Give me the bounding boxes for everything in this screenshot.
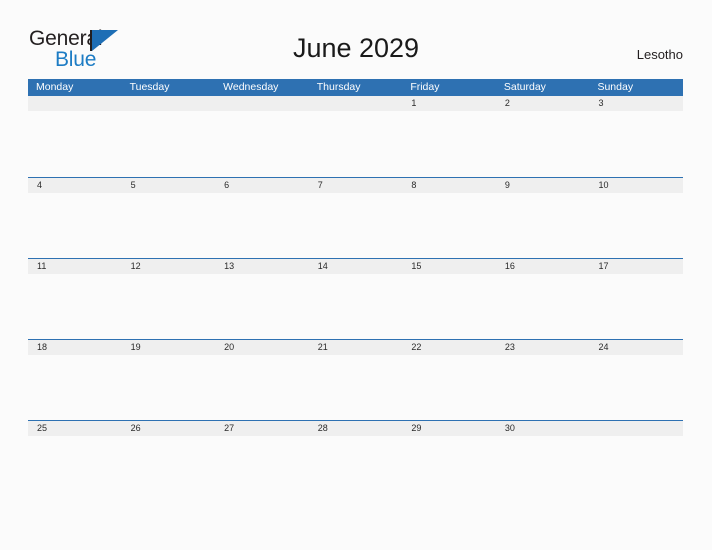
day-number-cell[interactable]: 11 [28,259,122,274]
week-event-area [28,112,683,177]
day-event-cell[interactable] [402,355,496,420]
day-event-cell[interactable] [215,355,309,420]
calendar-grid: Monday Tuesday Wednesday Thursday Friday… [28,79,683,501]
day-event-cell[interactable] [309,355,403,420]
week-daynumber-band: 4 5 6 7 8 9 10 [28,178,683,193]
day-event-cell[interactable] [402,274,496,339]
calendar-week-row: 1 2 3 [28,96,683,177]
day-number-cell[interactable] [122,96,216,111]
week-daynumber-band: 11 12 13 14 15 16 17 [28,259,683,274]
day-event-cell[interactable] [496,193,590,258]
day-event-cell[interactable] [122,274,216,339]
day-event-cell[interactable] [402,112,496,177]
day-number-cell[interactable]: 25 [28,421,122,436]
page-title: June 2029 [292,33,420,63]
day-event-cell[interactable] [309,274,403,339]
day-number-cell[interactable]: 4 [28,178,122,193]
day-number-cell[interactable] [215,96,309,111]
page-header: General Blue June 2029 Lesotho [0,0,712,78]
day-event-cell[interactable] [589,436,683,501]
weekday-tuesday: Tuesday [129,81,170,93]
weekday-saturday: Saturday [503,81,546,93]
day-event-cell[interactable] [122,193,216,258]
day-event-cell[interactable] [589,274,683,339]
day-event-cell[interactable] [589,112,683,177]
day-event-cell[interactable] [402,436,496,501]
week-event-area [28,436,683,501]
day-number-cell[interactable]: 29 [402,421,496,436]
day-number-cell[interactable]: 10 [589,178,683,193]
weekday-thursday: Thursday [316,81,361,93]
day-number-cell[interactable]: 17 [589,259,683,274]
week-daynumber-band: 1 2 3 [28,96,683,111]
day-number-cell[interactable]: 1 [402,96,496,111]
week-event-area [28,274,683,339]
day-event-cell[interactable] [215,112,309,177]
day-number-cell[interactable]: 21 [309,340,403,355]
day-number-cell[interactable]: 5 [122,178,216,193]
day-event-cell[interactable] [402,193,496,258]
day-number-cell[interactable]: 27 [215,421,309,436]
day-event-cell[interactable] [309,436,403,501]
day-event-cell[interactable] [589,193,683,258]
weekday-header-row: Monday Tuesday Wednesday Thursday Friday… [28,79,683,96]
day-event-cell[interactable] [496,355,590,420]
week-event-area [28,193,683,258]
day-number-cell[interactable]: 12 [122,259,216,274]
day-number-cell[interactable]: 18 [28,340,122,355]
day-number-cell[interactable]: 30 [496,421,590,436]
day-number-cell[interactable]: 15 [402,259,496,274]
calendar-week-row: 4 5 6 7 8 9 10 [28,177,683,258]
day-number-cell[interactable]: 24 [589,340,683,355]
day-number-cell[interactable]: 7 [309,178,403,193]
day-event-cell[interactable] [215,274,309,339]
day-number-cell[interactable]: 3 [589,96,683,111]
week-event-area [28,355,683,420]
week-daynumber-band: 18 19 20 21 22 23 24 [28,340,683,355]
weekday-sunday: Sunday [597,81,634,93]
day-number-cell[interactable] [589,421,683,436]
day-event-cell[interactable] [309,112,403,177]
day-event-cell[interactable] [122,436,216,501]
calendar-week-row: 18 19 20 21 22 23 24 [28,339,683,420]
calendar-week-row: 11 12 13 14 15 16 17 [28,258,683,339]
day-number-cell[interactable]: 26 [122,421,216,436]
weekday-wednesday: Wednesday [223,81,279,93]
day-event-cell[interactable] [215,436,309,501]
day-number-cell[interactable]: 6 [215,178,309,193]
day-number-cell[interactable]: 28 [309,421,403,436]
day-event-cell[interactable] [28,274,122,339]
calendar-week-row: 25 26 27 28 29 30 [28,420,683,501]
day-event-cell[interactable] [28,355,122,420]
day-event-cell[interactable] [28,436,122,501]
weekday-friday: Friday [410,81,440,93]
day-number-cell[interactable]: 19 [122,340,216,355]
day-number-cell[interactable]: 2 [496,96,590,111]
day-number-cell[interactable]: 22 [402,340,496,355]
week-daynumber-band: 25 26 27 28 29 30 [28,421,683,436]
day-event-cell[interactable] [122,112,216,177]
weekday-monday: Monday [36,81,74,93]
day-number-cell[interactable] [28,96,122,111]
day-event-cell[interactable] [28,112,122,177]
day-number-cell[interactable]: 9 [496,178,590,193]
day-event-cell[interactable] [122,355,216,420]
day-event-cell[interactable] [28,193,122,258]
day-number-cell[interactable]: 20 [215,340,309,355]
country-label: Lesotho [636,47,683,62]
day-number-cell[interactable]: 8 [402,178,496,193]
day-number-cell[interactable]: 13 [215,259,309,274]
day-number-cell[interactable] [309,96,403,111]
day-number-cell[interactable]: 14 [309,259,403,274]
day-number-cell[interactable]: 16 [496,259,590,274]
day-event-cell[interactable] [496,274,590,339]
day-event-cell[interactable] [215,193,309,258]
day-number-cell[interactable]: 23 [496,340,590,355]
day-event-cell[interactable] [309,193,403,258]
day-event-cell[interactable] [496,436,590,501]
day-event-cell[interactable] [589,355,683,420]
day-event-cell[interactable] [496,112,590,177]
